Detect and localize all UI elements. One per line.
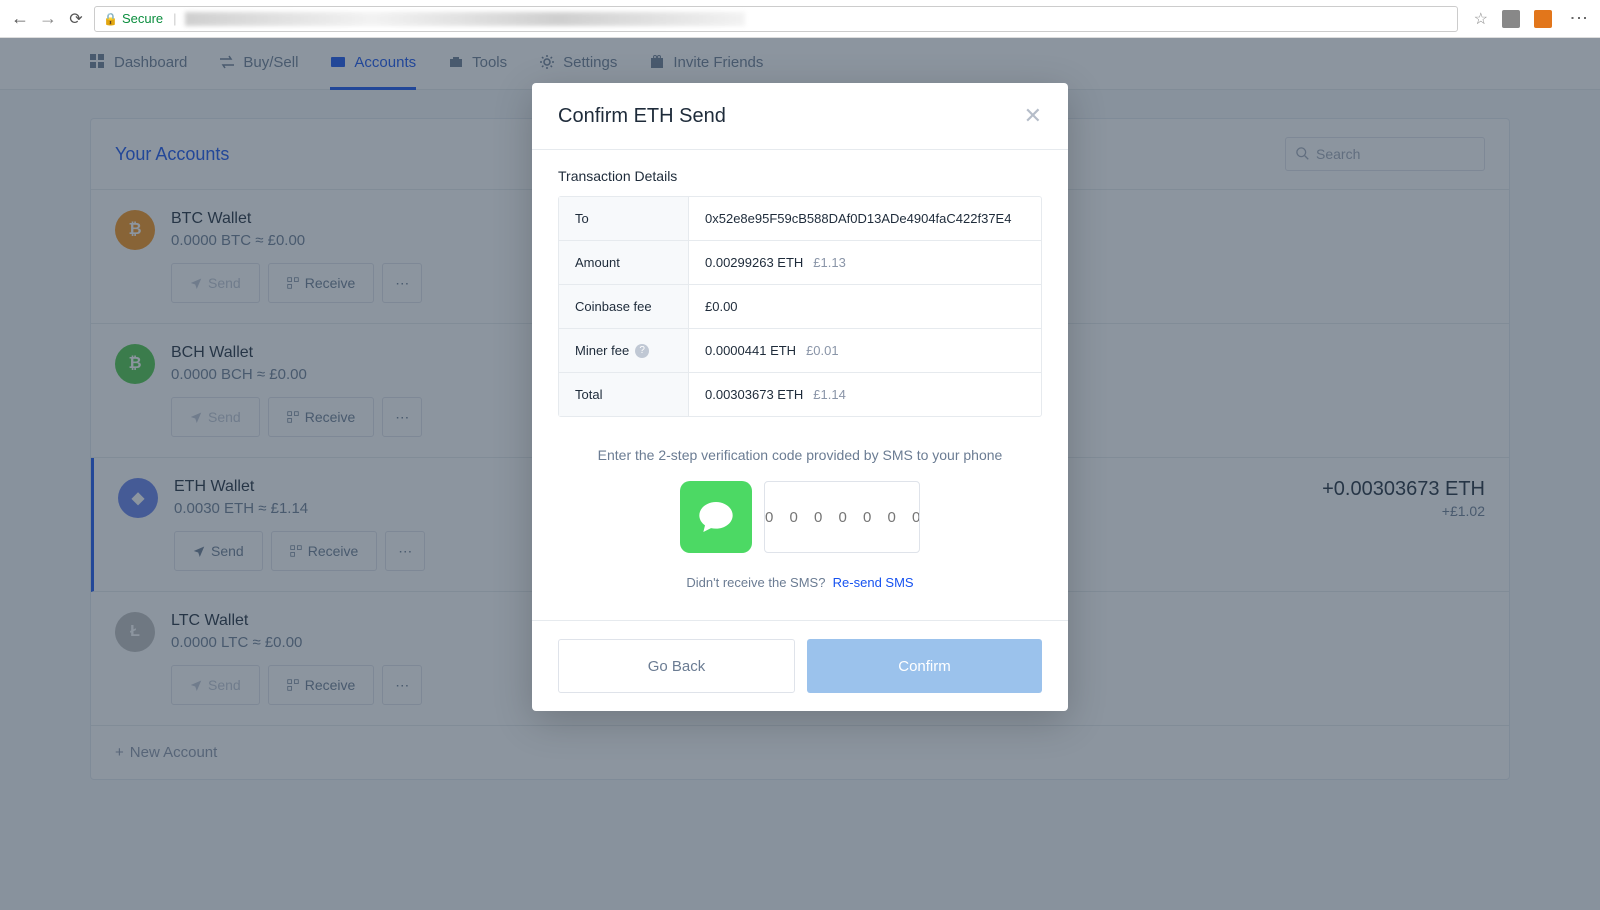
resend-prompt: Didn't receive the SMS? [686,575,825,590]
help-icon[interactable]: ? [635,344,649,358]
verification-code-input[interactable] [764,481,920,553]
table-row: Miner fee? 0.0000441 ETH£0.01 [559,329,1041,373]
modal-title: Confirm ETH Send [558,105,726,128]
camera-extension-icon[interactable] [1502,10,1520,28]
go-back-button[interactable]: Go Back [558,639,795,693]
bookmark-star-icon[interactable]: ☆ [1474,9,1488,29]
secure-label: Secure [122,11,163,26]
row-value: 0.00303673 ETH£1.14 [689,373,1041,416]
sms-icon [680,481,752,553]
twofa-instruction: Enter the 2-step verification code provi… [558,447,1042,463]
close-icon[interactable]: ✕ [1024,103,1042,129]
confirm-send-modal: Confirm ETH Send ✕ Transaction Details T… [532,83,1068,711]
row-value: 0.0000441 ETH£0.01 [689,329,1041,372]
table-row: Amount 0.00299263 ETH£1.13 [559,241,1041,285]
metamask-extension-icon[interactable] [1534,10,1552,28]
modal-overlay: Confirm ETH Send ✕ Transaction Details T… [0,38,1600,910]
transaction-details-label: Transaction Details [558,168,1042,184]
table-row: Coinbase fee £0.00 [559,285,1041,329]
forward-arrow-icon[interactable]: → [38,8,58,29]
row-label: Coinbase fee [559,285,689,328]
row-value: 0x52e8e95F59cB588DAf0D13ADe4904faC422f37… [689,197,1041,240]
row-label: To [559,197,689,240]
row-label: Miner fee? [559,329,689,372]
browser-toolbar: ← → ⟳ 🔒 Secure | ☆ ⋮ [0,0,1600,38]
back-arrow-icon[interactable]: ← [10,8,30,29]
table-row: Total 0.00303673 ETH£1.14 [559,373,1041,416]
row-label: Amount [559,241,689,284]
browser-menu-icon[interactable]: ⋮ [1568,9,1590,28]
lock-icon: 🔒 [103,12,118,26]
reload-icon[interactable]: ⟳ [66,9,86,29]
resend-sms-link[interactable]: Re-send SMS [833,575,914,590]
transaction-table: To 0x52e8e95F59cB588DAf0D13ADe4904faC422… [558,196,1042,417]
url-obscured [185,12,745,26]
row-value: £0.00 [689,285,1041,328]
confirm-button[interactable]: Confirm [807,639,1042,693]
table-row: To 0x52e8e95F59cB588DAf0D13ADe4904faC422… [559,197,1041,241]
url-bar[interactable]: 🔒 Secure | [94,6,1458,32]
row-value: 0.00299263 ETH£1.13 [689,241,1041,284]
row-label: Total [559,373,689,416]
